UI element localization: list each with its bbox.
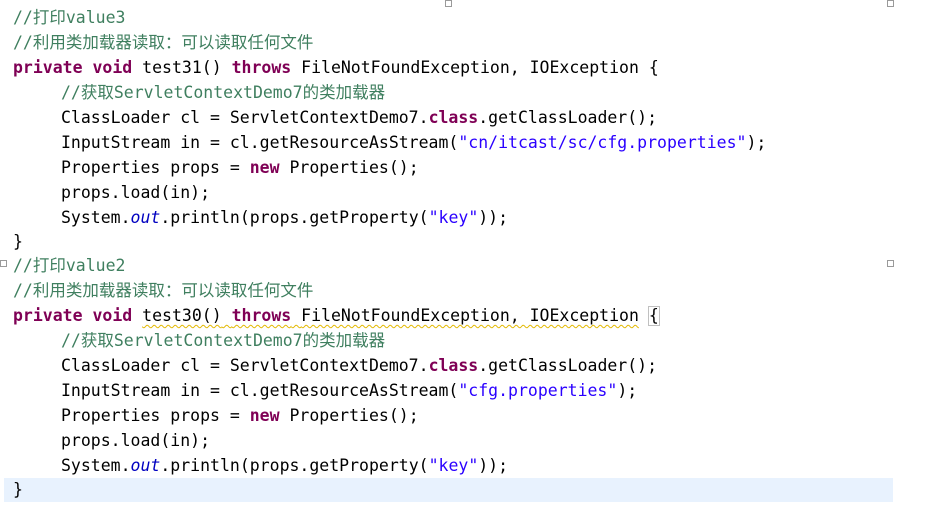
method-signature-test31: private void test31() throws FileNotFoun…: [13, 56, 659, 80]
code-text: ));: [478, 208, 509, 227]
code-line-println: System.out.println(props.getProperty("ke…: [13, 206, 508, 230]
code-line-classloader: ClassLoader cl = ServletContextDemo7.cla…: [13, 106, 657, 130]
field-out: out: [130, 208, 161, 227]
code-text: .println(props.getProperty(: [160, 456, 429, 475]
fold-marker[interactable]: [887, 0, 894, 7]
code-line-println: System.out.println(props.getProperty("ke…: [13, 454, 508, 478]
code-comment-print: //打印value3: [13, 8, 126, 27]
fold-marker[interactable]: [445, 0, 452, 7]
fold-marker[interactable]: [887, 260, 894, 267]
code-comment-get-loader: //获取ServletContextDemo7的类加载器: [61, 331, 386, 350]
code-text: InputStream in = cl.getResourceAsStream(: [61, 133, 459, 152]
code-comment-get-loader: //获取ServletContextDemo7的类加载器: [61, 83, 386, 102]
field-out: out: [130, 456, 161, 475]
matching-brace-highlight: {: [647, 306, 660, 326]
keyword-private: private: [13, 306, 83, 325]
code-text: System.: [61, 456, 131, 475]
keyword-throws: throws: [231, 306, 292, 325]
closing-brace: }: [13, 480, 23, 499]
code-text: .println(props.getProperty(: [160, 208, 429, 227]
code-text: );: [746, 133, 767, 152]
code-text: .getClassLoader();: [478, 108, 658, 127]
code-text: System.: [61, 208, 131, 227]
code-text: InputStream in = cl.getResourceAsStream(: [61, 381, 459, 400]
keyword-new: new: [249, 158, 280, 177]
string-literal: "key": [428, 208, 479, 227]
string-literal: "cn/itcast/sc/cfg.properties": [458, 133, 747, 152]
code-text: Properties();: [279, 406, 419, 425]
code-text: .getClassLoader();: [478, 356, 658, 375]
keyword-class: class: [428, 108, 479, 127]
keyword-void: void: [92, 58, 133, 77]
code-line-load: props.load(in);: [61, 431, 211, 450]
keyword-class: class: [428, 356, 479, 375]
keyword-private: private: [13, 58, 83, 77]
method-name: test31(): [142, 58, 222, 77]
code-comment-print: //打印value2: [13, 256, 126, 275]
keyword-new: new: [249, 406, 280, 425]
code-editor[interactable]: //打印value3 //利用类加载器读取：可以读取任何文件 private v…: [0, 0, 938, 506]
fold-marker[interactable]: [0, 260, 7, 267]
closing-brace: }: [13, 232, 23, 251]
code-line-inputstream: InputStream in = cl.getResourceAsStream(…: [13, 379, 637, 403]
code-text: Properties();: [279, 158, 419, 177]
method-signature-test30: private void test30() throws FileNotFoun…: [13, 304, 660, 328]
keyword-throws: throws: [231, 58, 292, 77]
code-text: Properties props =: [61, 406, 250, 425]
code-line-properties: Properties props = new Properties();: [13, 404, 419, 428]
string-literal: "key": [428, 456, 479, 475]
method-name: test30(): [142, 306, 222, 325]
keyword-void: void: [92, 306, 133, 325]
exception-list: FileNotFoundException, IOException {: [301, 58, 659, 77]
code-comment-desc: //利用类加载器读取：可以读取任何文件: [13, 281, 314, 300]
exception-list: FileNotFoundException, IOException: [301, 306, 639, 325]
current-line-highlight: [4, 478, 893, 502]
code-line-inputstream: InputStream in = cl.getResourceAsStream(…: [13, 131, 766, 155]
code-text: Properties props =: [61, 158, 250, 177]
code-line-properties: Properties props = new Properties();: [13, 156, 419, 180]
code-line-load: props.load(in);: [61, 183, 211, 202]
code-comment-desc: //利用类加载器读取：可以读取任何文件: [13, 33, 314, 52]
string-literal: "cfg.properties": [458, 381, 618, 400]
method-name-warning: test30() throws FileNotFoundException, I…: [142, 306, 639, 325]
code-line-classloader: ClassLoader cl = ServletContextDemo7.cla…: [13, 354, 657, 378]
code-text: ClassLoader cl = ServletContextDemo7.: [61, 356, 429, 375]
code-text: ));: [478, 456, 509, 475]
code-text: );: [617, 381, 638, 400]
code-text: ClassLoader cl = ServletContextDemo7.: [61, 108, 429, 127]
